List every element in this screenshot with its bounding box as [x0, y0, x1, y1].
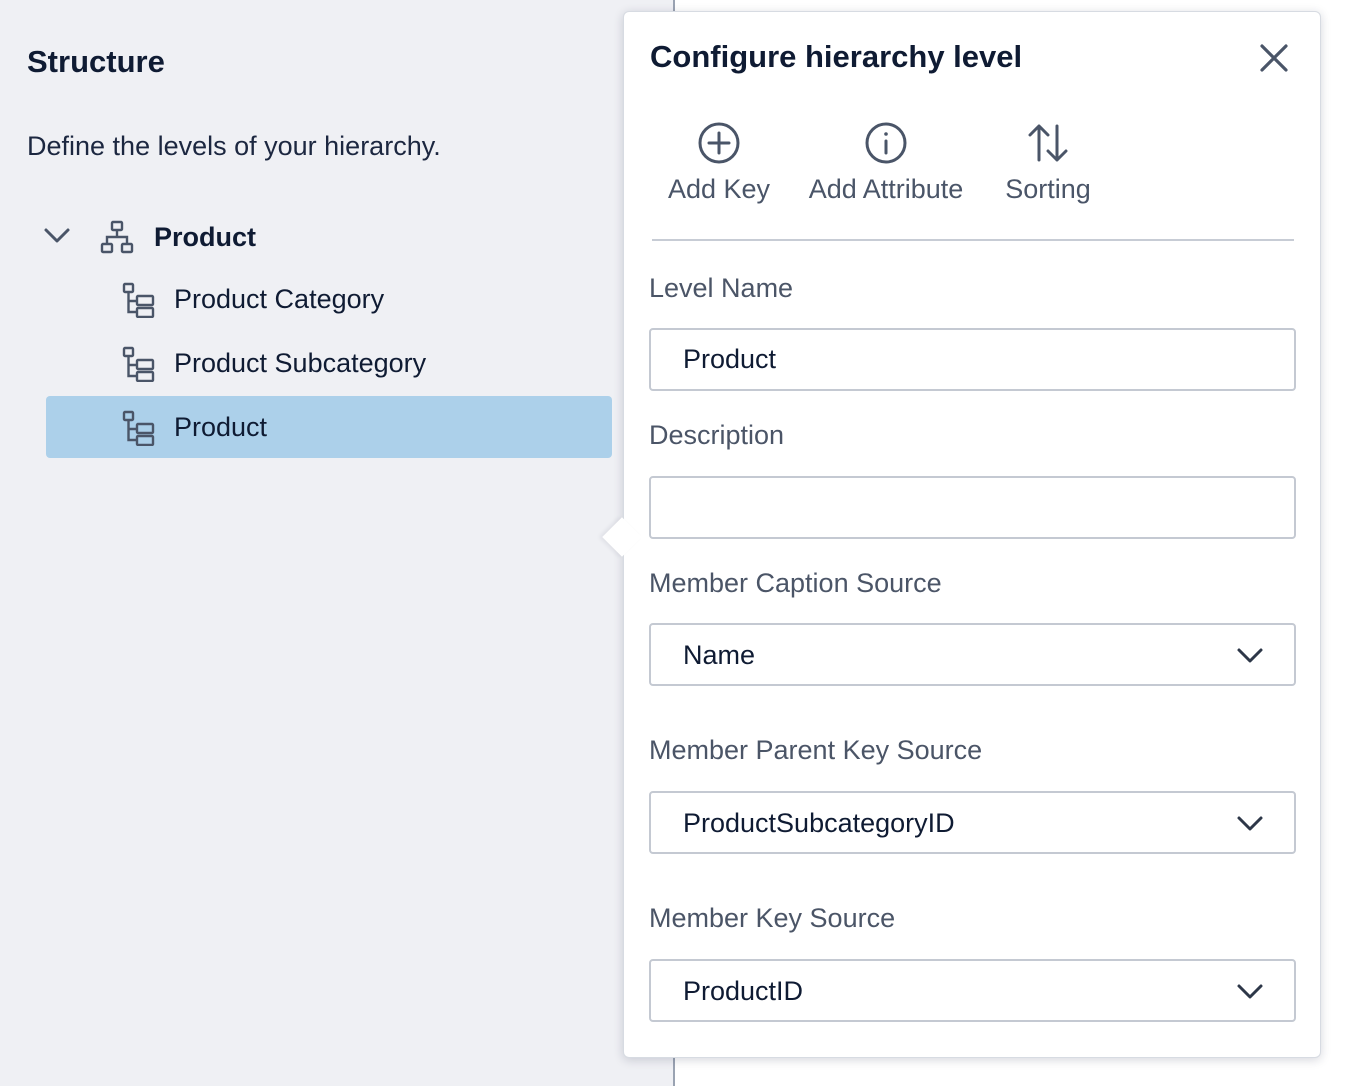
member-key-source-select[interactable]: ProductID	[649, 959, 1296, 1022]
tree-item-product-category[interactable]: Product Category	[46, 268, 612, 330]
member-caption-source-label: Member Caption Source	[649, 568, 942, 598]
sorting-button[interactable]: Sorting	[998, 120, 1098, 205]
sorting-label: Sorting	[1005, 174, 1091, 204]
select-value: ProductSubcategoryID	[683, 808, 955, 838]
toolbar-divider	[652, 239, 1294, 241]
structure-title: Structure	[27, 44, 165, 79]
add-attribute-label: Add Attribute	[808, 174, 964, 204]
member-parent-key-source-label: Member Parent Key Source	[649, 735, 983, 765]
select-value: ProductID	[683, 976, 804, 1006]
popover-toolbar: Add Key Add Attribute Sorting	[650, 120, 1290, 220]
tree-item-label: Product Subcategory	[174, 348, 427, 378]
chevron-down-icon	[1236, 645, 1264, 670]
tree-item-label: Product Category	[174, 284, 385, 314]
plus-circle-icon	[664, 120, 774, 170]
configure-level-popover: Configure hierarchy level Add Key Add At…	[623, 11, 1321, 1058]
tree-item-label: Product	[174, 412, 268, 442]
close-icon[interactable]	[1256, 40, 1292, 76]
hierarchy-icon	[100, 220, 134, 259]
tree-root-label: Product	[154, 222, 257, 252]
member-caption-source-select[interactable]: Name	[649, 623, 1296, 686]
add-key-button[interactable]: Add Key	[664, 120, 774, 205]
level-name-input[interactable]	[649, 328, 1296, 391]
add-key-label: Add Key	[667, 174, 771, 204]
level-icon	[122, 282, 156, 323]
info-circle-icon	[796, 120, 976, 170]
chevron-down-icon	[1236, 813, 1264, 838]
sort-arrows-icon	[998, 120, 1098, 170]
member-parent-key-source-select[interactable]: ProductSubcategoryID	[649, 791, 1296, 854]
popover-title: Configure hierarchy level	[650, 39, 1023, 74]
member-key-source-label: Member Key Source	[649, 903, 896, 933]
level-icon	[122, 346, 156, 387]
select-value: Name	[683, 640, 756, 670]
chevron-down-icon	[1236, 981, 1264, 1006]
tree-item-product[interactable]: Product	[46, 396, 612, 458]
structure-panel: Structure Define the levels of your hier…	[0, 0, 640, 1086]
chevron-down-icon[interactable]	[42, 224, 72, 253]
structure-description: Define the levels of your hierarchy.	[27, 131, 441, 161]
tree-item-product-subcategory[interactable]: Product Subcategory	[46, 332, 612, 394]
level-name-label: Level Name	[649, 273, 794, 303]
description-input[interactable]	[649, 476, 1296, 539]
description-label: Description	[649, 420, 785, 450]
add-attribute-button[interactable]: Add Attribute	[796, 120, 976, 205]
level-icon	[122, 410, 156, 451]
tree-root-product[interactable]: Product	[40, 212, 620, 264]
